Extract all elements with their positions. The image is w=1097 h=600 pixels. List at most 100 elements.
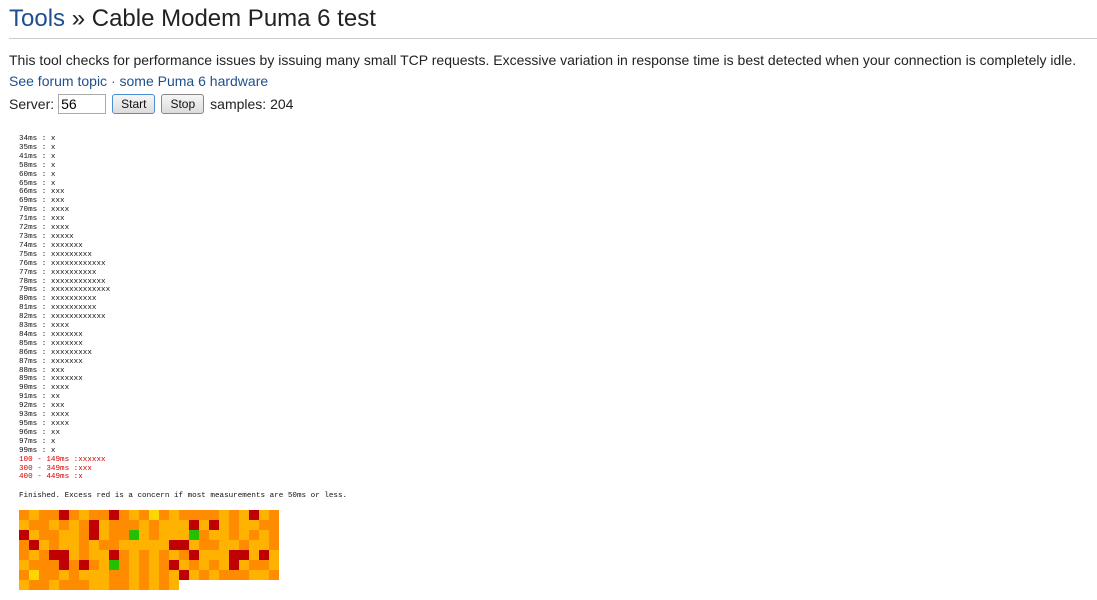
histogram-row: 70ms : xxxx <box>19 206 70 215</box>
histogram-row: 35ms : x <box>19 143 56 152</box>
heatmap-cell <box>79 510 89 521</box>
heatmap-cell <box>99 540 109 551</box>
heatmap-cell <box>129 570 139 581</box>
heatmap-cell <box>39 580 49 591</box>
heatmap-cell <box>129 540 139 551</box>
histogram-row: 34ms : x <box>19 135 56 143</box>
tools-link[interactable]: Tools <box>9 5 65 32</box>
histogram-row: 41ms : x <box>19 152 56 161</box>
heatmap-cell <box>19 560 29 571</box>
heatmap-cell <box>229 520 239 531</box>
heatmap-cell <box>129 520 139 531</box>
heatmap-cell <box>149 520 159 531</box>
histogram-row: 60ms : x <box>19 170 56 179</box>
server-input[interactable] <box>58 94 107 114</box>
latency-heatmap <box>19 510 279 591</box>
heatmap-cell <box>59 520 69 531</box>
histogram-row: 88ms : xxx <box>19 366 65 375</box>
heatmap-cell <box>169 580 179 591</box>
heatmap-cell <box>69 560 79 571</box>
histogram-row: 89ms : xxxxxxx <box>19 375 83 384</box>
start-button[interactable]: Start <box>112 94 156 114</box>
heatmap-cell <box>99 510 109 521</box>
heatmap-cell <box>259 530 269 541</box>
histogram-row: 65ms : x <box>19 179 56 188</box>
heatmap-cell <box>89 530 99 541</box>
histogram-row: 71ms : xxx <box>19 215 65 224</box>
forum-topic-link[interactable]: See forum topic <box>9 73 107 89</box>
heatmap-cell <box>239 510 249 521</box>
latency-histogram: 34ms : x 35ms : x 41ms : x 58ms : x 60ms : x… <box>19 135 1088 482</box>
heatmap-cell <box>159 570 169 581</box>
histogram-row: 81ms : xxxxxxxxxx <box>19 304 97 313</box>
heatmap-cell <box>259 550 269 561</box>
heatmap-cell <box>139 550 149 561</box>
heatmap-cell <box>139 520 149 531</box>
heatmap-cell <box>249 520 259 531</box>
heatmap-cell <box>59 560 69 571</box>
heatmap-cell <box>79 540 89 551</box>
histogram-range-row: 400 - 449ms :x <box>19 473 83 482</box>
heatmap-cell <box>269 520 279 531</box>
samples-count: samples: 204 <box>210 96 294 112</box>
heatmap-cell <box>109 530 119 541</box>
heatmap-cell <box>129 580 139 591</box>
heatmap-cell <box>269 530 279 541</box>
controls-row: Server: Start Stop samples: 204 <box>9 93 1088 115</box>
heatmap-cell <box>19 520 29 531</box>
heatmap-cell <box>119 530 129 541</box>
heatmap-cell <box>79 550 89 561</box>
heatmap-cell <box>249 530 259 541</box>
heatmap-cell <box>29 550 39 561</box>
breadcrumb-separator: » <box>71 5 86 32</box>
heatmap-cell <box>119 520 129 531</box>
heatmap-cell <box>19 580 29 591</box>
heatmap-cell <box>189 550 199 561</box>
heatmap-cell <box>169 570 179 581</box>
heatmap-cell <box>209 530 219 541</box>
heatmap-cell <box>239 530 249 541</box>
histogram-row: 87ms : xxxxxxx <box>19 357 83 366</box>
heatmap-cell <box>29 560 39 571</box>
heatmap-cell <box>139 580 149 591</box>
heatmap-cell <box>129 510 139 521</box>
links-row: See forum topic · some Puma 6 hardware <box>9 72 1088 90</box>
heatmap-cell <box>199 520 209 531</box>
heatmap-cell <box>99 580 109 591</box>
links-separator: · <box>110 73 116 89</box>
heatmap-cell <box>79 580 89 591</box>
heatmap-cell <box>29 580 39 591</box>
histogram-range-row: 100 - 149ms :xxxxxx <box>19 455 106 464</box>
heatmap-cell <box>269 540 279 551</box>
heatmap-cell <box>49 560 59 571</box>
histogram-row: 78ms : xxxxxxxxxxxx <box>19 277 106 286</box>
heatmap-cell <box>229 530 239 541</box>
heatmap-cell <box>199 570 209 581</box>
heatmap-cell <box>139 570 149 581</box>
page-title-text: Cable Modem Puma 6 test <box>91 5 376 32</box>
heatmap-cell <box>69 530 79 541</box>
heatmap-cell <box>109 570 119 581</box>
heatmap-cell <box>179 530 189 541</box>
heatmap-cell <box>69 520 79 531</box>
histogram-range-row: 300 - 349ms :xxx <box>19 464 92 473</box>
heatmap-cell <box>49 530 59 541</box>
heatmap-cell <box>189 570 199 581</box>
stop-button[interactable]: Stop <box>161 94 205 114</box>
heatmap-cell <box>119 560 129 571</box>
heatmap-cell <box>169 530 179 541</box>
heatmap-cell <box>29 570 39 581</box>
puma6-hardware-link[interactable]: some Puma 6 hardware <box>120 73 269 89</box>
heatmap-cell <box>149 550 159 561</box>
heatmap-cell <box>169 560 179 571</box>
heatmap-cell <box>139 540 149 551</box>
heatmap-cell <box>29 520 39 531</box>
heatmap-cell <box>159 530 169 541</box>
heatmap-cell <box>219 540 229 551</box>
heatmap-cell <box>269 510 279 521</box>
heatmap-cell <box>129 560 139 571</box>
finished-message: Finished. Excess red is a concern if mos… <box>19 492 348 501</box>
heatmap-cell <box>179 540 189 551</box>
heatmap-cell <box>189 520 199 531</box>
heatmap-cell <box>149 560 159 571</box>
